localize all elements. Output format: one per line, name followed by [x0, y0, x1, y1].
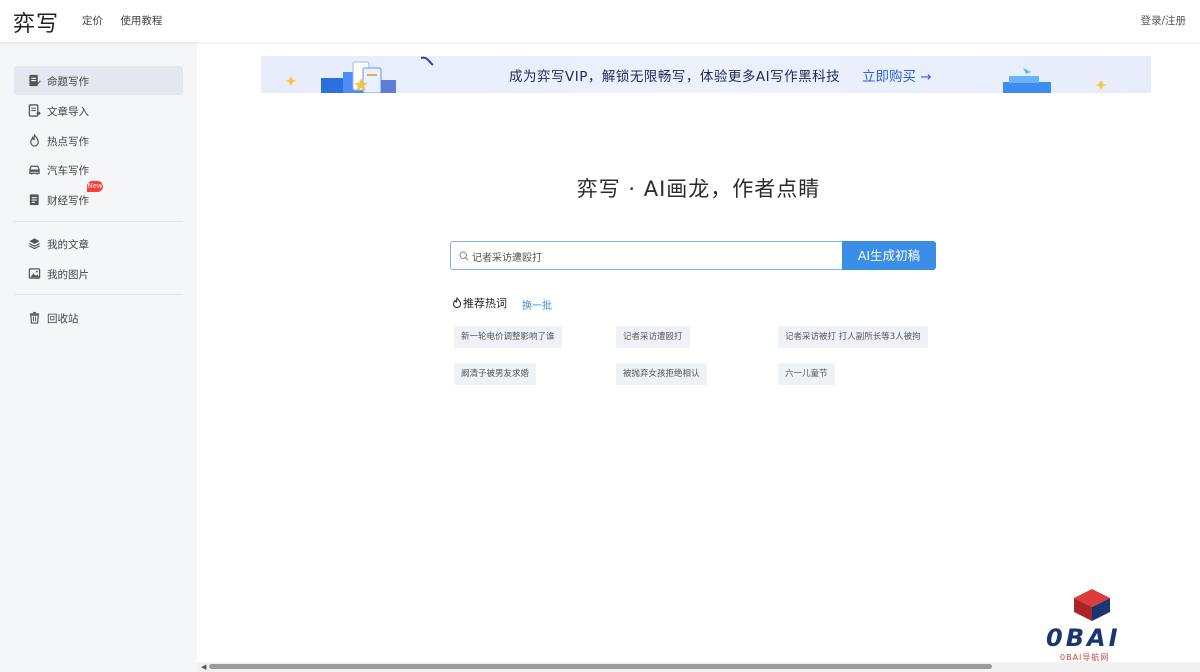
- sidebar-item-finance-writing[interactable]: 财经写作 New: [14, 181, 183, 214]
- sidebar: 命题写作 文章导入 热点写作 汽车写作 财经写作 New 我的文章 我的图片 回…: [0, 42, 197, 672]
- sidebar-item-my-articles[interactable]: 我的文章: [14, 229, 183, 258]
- sidebar-divider: [14, 221, 183, 222]
- sidebar-item-proposition-writing[interactable]: 命题写作: [14, 66, 183, 95]
- new-badge: New: [87, 181, 103, 192]
- vip-banner[interactable]: 成为弈写VIP，解锁无限畅写，体验更多AI写作黑科技 立即购买 →: [261, 56, 1151, 93]
- nav-pricing[interactable]: 定价: [82, 15, 103, 27]
- hero-title: 弈写 · AI画龙，作者点睛: [576, 177, 821, 201]
- hot-word-chip[interactable]: 阚清子被男友求婚: [454, 363, 537, 385]
- cube-logo-icon: [1074, 589, 1110, 621]
- scrollbar-thumb[interactable]: [209, 664, 992, 669]
- login-register-link[interactable]: 登录/注册: [1140, 13, 1186, 28]
- watermark-text: 0BAI: [1046, 624, 1121, 652]
- hot-word-chip[interactable]: 被抛弃女孩拒绝相认: [616, 363, 707, 385]
- finance-doc-icon: [29, 194, 39, 206]
- sidebar-item-car-writing[interactable]: 汽车写作: [14, 155, 183, 184]
- topic-search-input[interactable]: 记者采访遭殴打: [450, 241, 842, 270]
- hot-words-title: 推荐热词: [452, 295, 507, 311]
- layers-icon: [29, 238, 40, 250]
- hot-word-chip[interactable]: 六一儿童节: [778, 363, 835, 385]
- sidebar-item-label: 我的文章: [47, 239, 89, 251]
- nav-tutorial[interactable]: 使用教程: [120, 15, 162, 27]
- sidebar-item-label: 回收站: [47, 313, 79, 325]
- buy-now-link[interactable]: 立即购买 →: [862, 65, 932, 85]
- sidebar-divider: [14, 294, 183, 295]
- watermark-logo: 0BAI 0BAI导航网: [1040, 588, 1140, 666]
- sidebar-item-article-import[interactable]: 文章导入: [14, 96, 183, 125]
- app-logo[interactable]: 弈写: [13, 6, 59, 38]
- hot-word-chip[interactable]: 新一轮电价调整影响了谁: [454, 326, 562, 348]
- sidebar-item-label: 命题写作: [47, 76, 89, 88]
- sidebar-item-label: 财经写作: [47, 195, 89, 207]
- search-input-value[interactable]: 记者采访遭殴打: [472, 249, 542, 264]
- sidebar-item-label: 热点写作: [47, 136, 89, 148]
- file-import-icon: [28, 104, 41, 117]
- watermark-subtext: 0BAI导航网: [1060, 653, 1110, 662]
- scroll-left-arrow-icon[interactable]: ◀: [201, 663, 206, 671]
- flame-icon: [30, 134, 39, 147]
- car-icon: [29, 165, 40, 175]
- sidebar-item-label: 我的图片: [47, 269, 89, 281]
- document-edit-icon: [29, 74, 41, 87]
- search-icon: [459, 251, 469, 261]
- sidebar-item-label: 汽车写作: [47, 165, 89, 177]
- hot-word-chip[interactable]: 记者采访被打 打人副所长等3人被拘: [778, 326, 928, 348]
- banner-illustration-right: [1003, 68, 1107, 93]
- refresh-hot-words-link[interactable]: 换一批: [522, 297, 552, 312]
- top-bar: 弈写 定价 使用教程 登录/注册: [0, 0, 1200, 42]
- hot-word-chip[interactable]: 记者采访遭殴打: [616, 326, 690, 348]
- trash-icon: [29, 311, 40, 324]
- ai-generate-draft-button[interactable]: AI生成初稿: [842, 241, 936, 270]
- sidebar-item-hot-writing[interactable]: 热点写作: [14, 126, 183, 155]
- hot-words-label: 推荐热词: [463, 297, 507, 310]
- banner-illustration-left: [285, 56, 434, 93]
- sidebar-item-my-images[interactable]: 我的图片: [14, 259, 183, 288]
- image-icon: [28, 268, 41, 279]
- banner-text: 成为弈写VIP，解锁无限畅写，体验更多AI写作黑科技: [509, 69, 841, 85]
- top-nav: 定价 使用教程: [82, 13, 176, 28]
- flame-icon: [452, 297, 462, 308]
- sidebar-item-label: 文章导入: [47, 106, 89, 118]
- sidebar-item-recycle-bin[interactable]: 回收站: [14, 303, 183, 332]
